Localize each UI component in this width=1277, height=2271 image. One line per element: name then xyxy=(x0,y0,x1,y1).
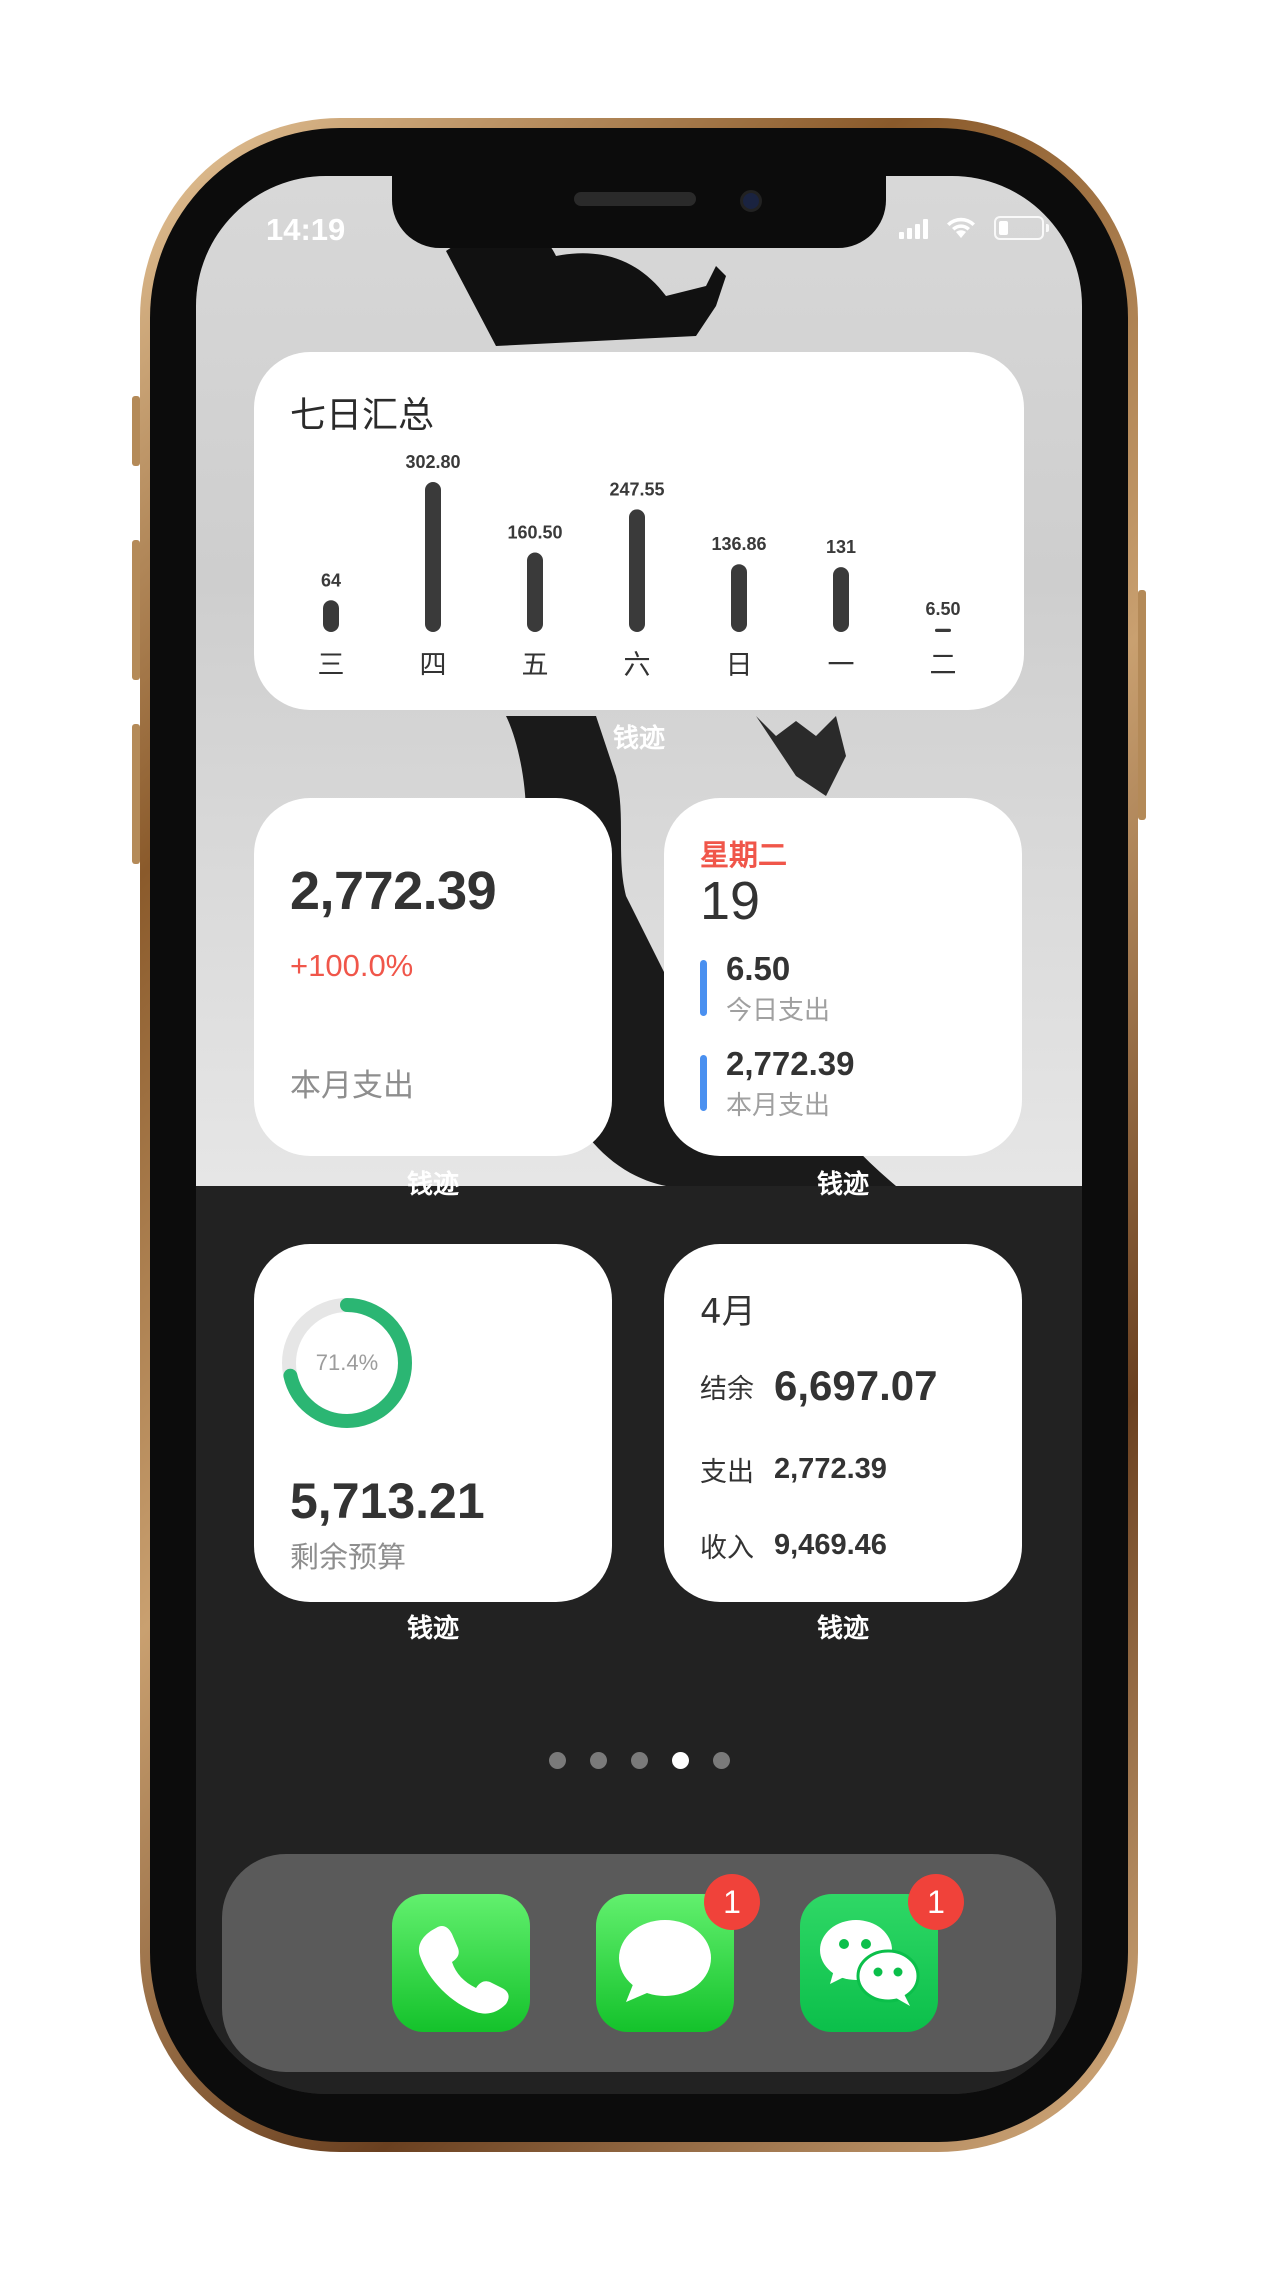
page-indicator[interactable] xyxy=(196,1752,1082,1769)
chart-day-label: 四 xyxy=(420,650,447,681)
budget-widget-app-label: 钱迹 xyxy=(406,1614,459,1644)
day-date: 19 xyxy=(700,871,761,931)
month-total: 2,772.39 xyxy=(290,861,497,921)
month-summary-title: 4月 xyxy=(700,1292,756,1332)
messages-app[interactable]: 1 xyxy=(596,1874,760,2032)
chart-day-label: 日 xyxy=(726,650,753,681)
budget-label: 剩余预算 xyxy=(290,1540,407,1574)
page-dot[interactable] xyxy=(630,1752,648,1769)
wechat-app[interactable]: 1 xyxy=(800,1874,964,2032)
volume-up-button xyxy=(132,540,140,680)
chart-bar xyxy=(935,628,951,632)
chart-value-label: 64 xyxy=(321,570,341,590)
weekly-summary-widget[interactable]: 七日汇总 64 三 302.80 四 160.50 五 247.55 六 136.86 日 131 一… xyxy=(254,352,1024,710)
chart-value-label: 302.80 xyxy=(405,452,460,472)
monthly-spend-widget[interactable]: 2,772.39 +100.0% 本月支出 xyxy=(254,798,612,1156)
month-summary-widget[interactable]: 4月 结余 6,697.07 支出 2,772.39 收入 9,469.46 xyxy=(664,1244,1022,1602)
chart-bar xyxy=(425,482,441,632)
daily-spend-widget[interactable]: 星期二 19 6.50 今日支出 2,772.39 本月支出 xyxy=(664,798,1022,1156)
chart-day-label: 一 xyxy=(828,650,855,681)
chart-bar xyxy=(731,564,747,632)
day-widget-app-label: 钱迹 xyxy=(816,1170,869,1200)
page-dot[interactable] xyxy=(712,1752,730,1769)
accent-bar xyxy=(700,960,707,1016)
day-weekday: 星期二 xyxy=(700,838,788,872)
front-camera xyxy=(740,190,762,212)
chart-bar xyxy=(629,509,645,632)
day-entry-month: 2,772.39 本月支出 xyxy=(700,1043,1000,1121)
summary-row-expense: 支出 2,772.39 xyxy=(700,1450,887,1489)
row-key: 支出 xyxy=(700,1457,754,1488)
chart-bar xyxy=(323,600,339,632)
weekly-bar-chart: 64 三 302.80 四 160.50 五 247.55 六 136.86 日 131 一 6.50 二 xyxy=(318,452,961,681)
entry-label: 今日支出 xyxy=(726,996,831,1026)
entry-label: 本月支出 xyxy=(726,1091,831,1121)
notification-badge: 1 xyxy=(908,1874,964,1930)
row-value: 2,772.39 xyxy=(774,1453,887,1485)
chart-value-label: 6.50 xyxy=(925,599,960,619)
notification-badge: 1 xyxy=(704,1874,760,1930)
day-entry-today: 6.50 今日支出 xyxy=(700,948,1000,1026)
dock: 1 1 xyxy=(222,1854,1056,2072)
page-dot[interactable] xyxy=(589,1752,607,1769)
chart-day-label: 三 xyxy=(318,650,345,681)
page-dot[interactable] xyxy=(548,1752,566,1769)
chart-value-label: 136.86 xyxy=(711,534,766,554)
chart-day-label: 二 xyxy=(930,650,957,681)
row-key: 结余 xyxy=(700,1373,754,1405)
summary-row-balance: 结余 6,697.07 xyxy=(700,1362,938,1410)
chart-bar xyxy=(833,567,849,632)
month-summary-widget-app-label: 钱迹 xyxy=(816,1614,869,1644)
page-dot[interactable] xyxy=(671,1752,689,1769)
month-label: 本月支出 xyxy=(290,1068,414,1104)
entry-value: 6.50 xyxy=(726,950,791,987)
phone-icon xyxy=(418,1926,509,2014)
month-widget-app-label: 钱迹 xyxy=(406,1170,459,1200)
accent-bar xyxy=(700,1055,707,1111)
speaker-grille xyxy=(574,192,696,206)
entry-value: 2,772.39 xyxy=(726,1045,855,1082)
mute-switch xyxy=(132,396,140,466)
budget-percent: 71.4% xyxy=(315,1350,379,1375)
chart-bar xyxy=(527,552,543,632)
budget-widget[interactable]: 71.4% 5,713.21 剩余预算 xyxy=(254,1244,612,1602)
weekly-widget-app-label: 钱迹 xyxy=(612,724,665,754)
cellular-signal-icon xyxy=(899,217,928,239)
phone-app[interactable] xyxy=(392,1894,530,2032)
summary-row-income: 收入 9,469.46 xyxy=(700,1526,887,1565)
status-time: 14:19 xyxy=(266,212,346,247)
chart-value-label: 160.50 xyxy=(507,522,562,542)
month-change: +100.0% xyxy=(290,948,414,983)
chart-day-label: 五 xyxy=(522,650,549,681)
power-button xyxy=(1138,590,1146,820)
chart-value-label: 131 xyxy=(826,537,856,557)
row-value: 9,469.46 xyxy=(774,1529,887,1561)
battery-icon xyxy=(994,216,1049,240)
status-icons xyxy=(899,216,1049,240)
budget-remaining-amount: 5,713.21 xyxy=(290,1473,485,1529)
chart-value-label: 247.55 xyxy=(609,479,664,499)
wifi-icon xyxy=(947,217,975,238)
chart-day-label: 六 xyxy=(624,650,651,681)
home-screen: 14:19 七日汇总 64 三 302.80 四 160.50 五 247.55 六 136.8… xyxy=(196,176,1082,2094)
row-key: 收入 xyxy=(700,1533,754,1564)
notch xyxy=(392,176,886,248)
volume-down-button xyxy=(132,724,140,864)
row-value: 6,697.07 xyxy=(774,1362,938,1409)
